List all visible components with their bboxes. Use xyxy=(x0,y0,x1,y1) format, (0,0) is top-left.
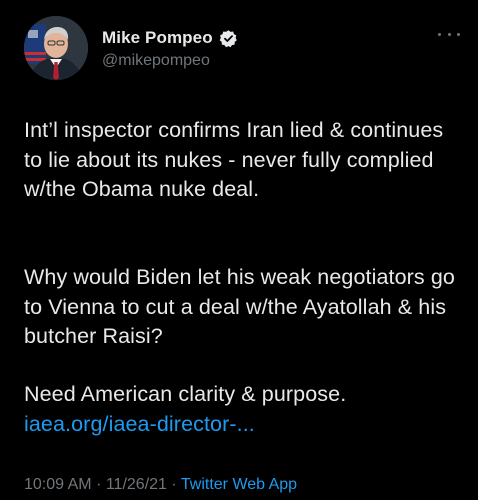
tweet-paragraph-1: Int’l inspector confirms Iran lied & con… xyxy=(24,118,444,201)
verified-badge-icon xyxy=(219,29,238,48)
tweet-paragraph-3: Need American clarity & purpose. iaea.or… xyxy=(24,380,464,439)
meta-separator: · xyxy=(96,476,102,493)
tweet-paragraph-2: Why would Biden let his weak negotiators… xyxy=(24,265,455,348)
tweet-meta: 10:09 AM · 11/26/21 · Twitter Web App xyxy=(24,476,297,494)
tweet: Mike Pompeo @mikepompeo Int’l inspector … xyxy=(0,0,478,500)
more-options-icon[interactable] xyxy=(438,30,460,38)
tweet-paragraph-3-text: Need American clarity & purpose. xyxy=(24,382,347,406)
author-display-name[interactable]: Mike Pompeo xyxy=(102,28,213,48)
tweet-source[interactable]: Twitter Web App xyxy=(181,476,297,493)
author-handle[interactable]: @mikepompeo xyxy=(102,52,210,70)
author-name-row[interactable]: Mike Pompeo xyxy=(102,28,238,48)
tweet-date[interactable]: 11/26/21 xyxy=(106,476,167,493)
avatar[interactable] xyxy=(24,16,88,80)
tweet-link[interactable]: iaea.org/iaea-director-... xyxy=(24,410,464,440)
avatar-image xyxy=(24,16,88,80)
meta-separator: · xyxy=(171,476,177,493)
tweet-time[interactable]: 10:09 AM xyxy=(24,476,92,493)
